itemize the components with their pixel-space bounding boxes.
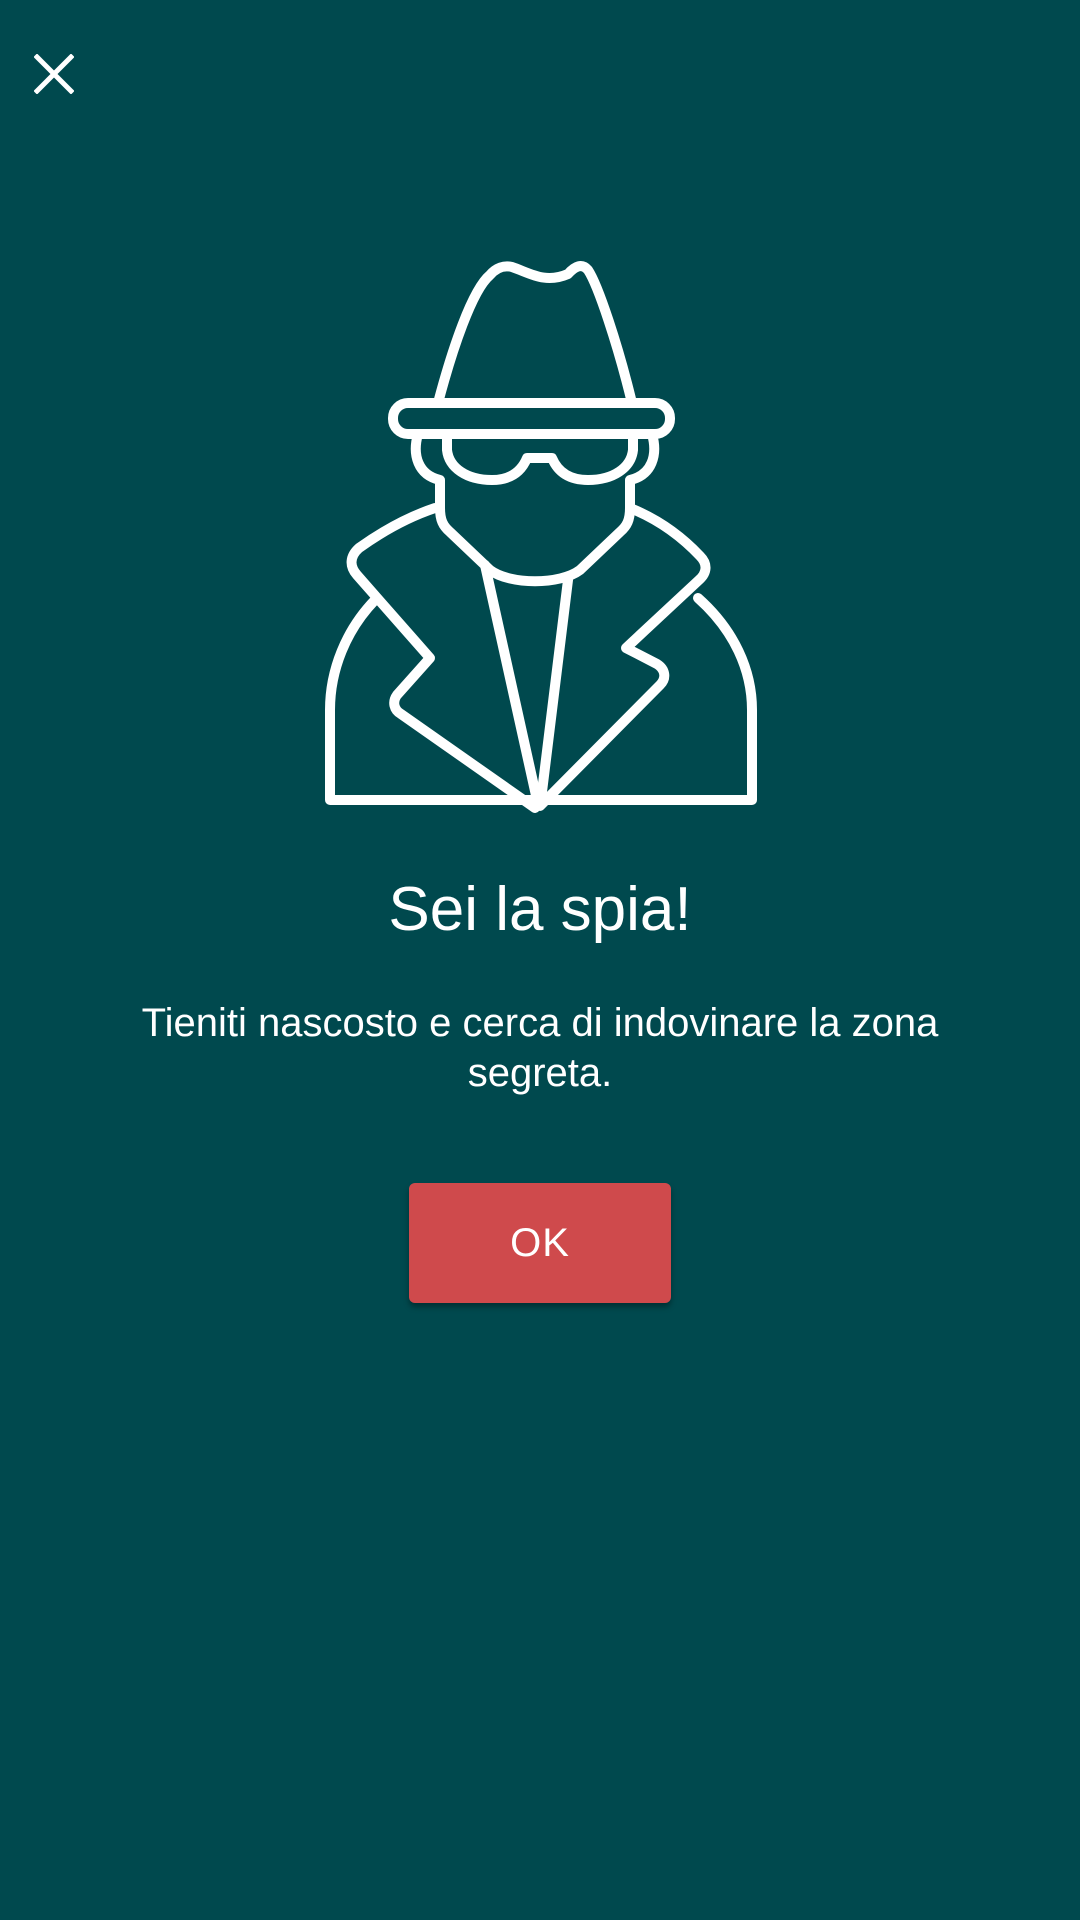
close-icon <box>34 54 74 94</box>
dialog-title: Sei la spia! <box>388 875 692 944</box>
dialog-message: Tieniti nascosto e cerca di indovinare l… <box>141 1001 939 1095</box>
spy-icon <box>325 261 757 813</box>
close-button[interactable] <box>22 42 86 106</box>
ok-button[interactable]: OK <box>409 1183 671 1303</box>
